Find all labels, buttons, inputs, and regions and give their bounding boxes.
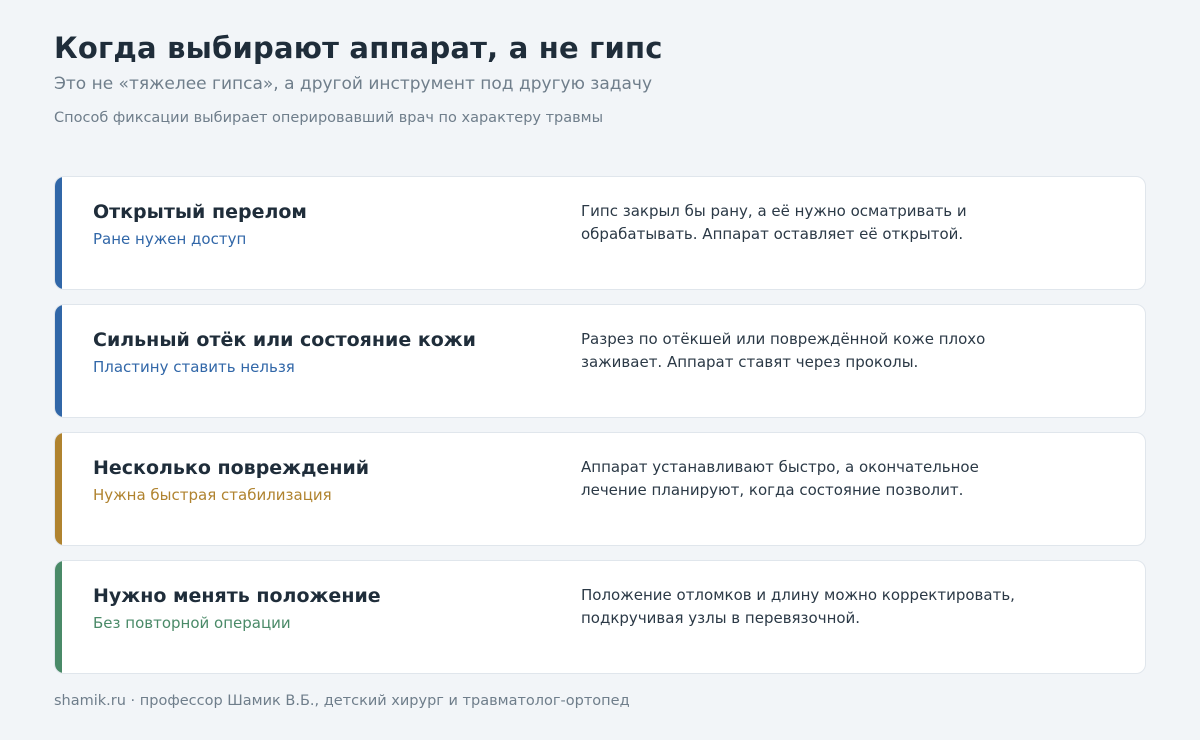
card-tag: Ране нужен доступ (93, 230, 247, 248)
card-heading: Открытый перелом Ране нужен доступ (93, 199, 553, 249)
card-swelling-skin: Сильный отёк или состояние кожи Пластину… (54, 304, 1146, 418)
card-description: Аппарат устанавливают быстро, а окончате… (581, 458, 979, 499)
cards-list: Открытый перелом Ране нужен доступ Гипс … (54, 176, 1146, 688)
page-subtitle: Это не «тяжелее гипса», а другой инструм… (54, 74, 653, 94)
card-tag: Пластину ставить нельзя (93, 358, 295, 376)
card-heading: Нужно менять положение Без повторной опе… (93, 583, 553, 633)
card-title: Открытый перелом (93, 201, 307, 223)
card-description: Положение отломков и длину можно коррект… (581, 586, 1015, 627)
page: Когда выбирают аппарат, а не гипс Это не… (0, 0, 1200, 740)
card-accent-bar (55, 433, 62, 545)
card-open-fracture: Открытый перелом Ране нужен доступ Гипс … (54, 176, 1146, 290)
card-title: Нужно менять положение (93, 585, 381, 607)
card-accent-bar (55, 561, 62, 673)
card-accent-bar (55, 177, 62, 289)
header: Когда выбирают аппарат, а не гипс Это не… (54, 30, 663, 128)
card-multiple-injuries: Несколько повреждений Нужна быстрая стаб… (54, 432, 1146, 546)
card-title: Сильный отёк или состояние кожи (93, 329, 476, 351)
card-description: Разрез по отёкшей или повреждённой коже … (581, 330, 986, 371)
page-title: Когда выбирают аппарат, а не гипс (54, 31, 663, 65)
card-heading: Сильный отёк или состояние кожи Пластину… (93, 327, 553, 377)
footer-credit: shamik.ru · профессор Шамик В.Б., детски… (54, 693, 630, 709)
card-accent-bar (55, 305, 62, 417)
card-description: Гипс закрыл бы рану, а её нужно осматрив… (581, 202, 967, 243)
card-position-adjustment: Нужно менять положение Без повторной опе… (54, 560, 1146, 674)
card-tag: Без повторной операции (93, 614, 291, 632)
page-note: Способ фиксации выбирает оперировавший в… (54, 110, 604, 126)
card-title: Несколько повреждений (93, 457, 370, 479)
card-tag: Нужна быстрая стабилизация (93, 486, 332, 504)
card-heading: Несколько повреждений Нужна быстрая стаб… (93, 455, 553, 505)
